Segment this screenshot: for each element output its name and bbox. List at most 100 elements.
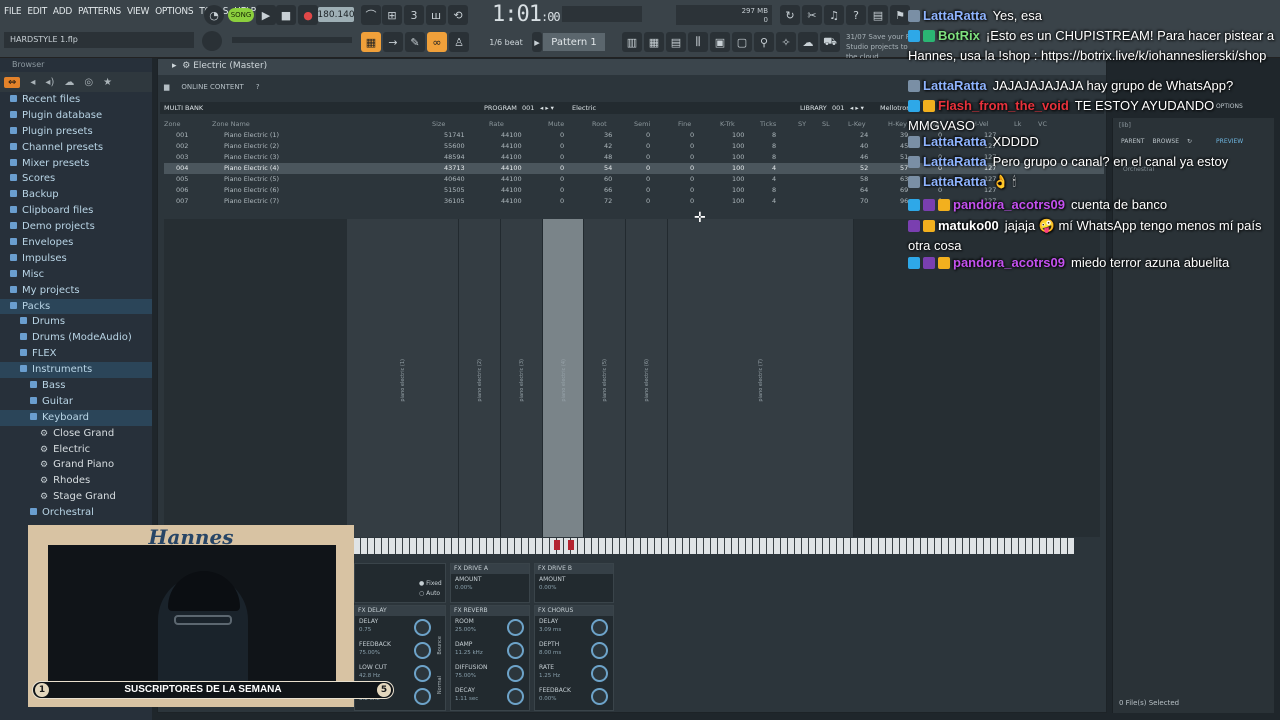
browser-item[interactable]: Guitar: [0, 394, 152, 410]
browser-all-icon[interactable]: ⇔: [4, 76, 21, 88]
browser-item[interactable]: My projects: [0, 283, 152, 299]
plugin-icon[interactable]: ⚲: [754, 32, 774, 52]
column-header[interactable]: Root: [592, 120, 607, 128]
column-header[interactable]: Fine: [678, 120, 691, 128]
fx-knob[interactable]: [414, 665, 431, 682]
menu-view[interactable]: VIEW: [127, 6, 149, 17]
piano-keyboard[interactable]: [354, 538, 1074, 554]
keymap-zone[interactable]: piano electric (7): [668, 219, 854, 537]
help-icon[interactable]: ?: [256, 83, 260, 91]
tempo-knob-icon[interactable]: ◔: [204, 5, 224, 25]
pattern-arrow-icon[interactable]: ▸: [532, 32, 542, 52]
browser-item[interactable]: Impulses: [0, 251, 152, 267]
pencil-icon[interactable]: ✎: [405, 32, 425, 52]
browser-item[interactable]: Mixer presets: [0, 156, 152, 172]
library-arrows-icon[interactable]: ◂ ▸ ▾: [850, 104, 864, 112]
auto-option[interactable]: ○ Auto: [419, 590, 440, 597]
cloud-icon[interactable]: ☁: [798, 32, 818, 52]
step-edit-icon[interactable]: ш: [426, 5, 446, 25]
browser-item[interactable]: Recent files: [0, 92, 152, 108]
column-header[interactable]: Rate: [489, 120, 504, 128]
fx-knob[interactable]: [591, 642, 608, 659]
browser-item[interactable]: Drums (ModeAudio): [0, 330, 152, 346]
fx-knob[interactable]: [414, 642, 431, 659]
program-arrows-icon[interactable]: ◂ ▸ ▾: [540, 104, 554, 112]
browser-item[interactable]: Instruments: [0, 362, 152, 379]
column-header[interactable]: SL: [822, 120, 830, 128]
undo-icon[interactable]: ↻: [780, 5, 800, 25]
stamp-icon[interactable]: ♙: [449, 32, 469, 52]
browser-item[interactable]: ⚙ Rhodes: [0, 473, 152, 489]
loop-record-icon[interactable]: ⟲: [448, 5, 468, 25]
bpm-display[interactable]: 180.140: [317, 7, 355, 22]
pattern-selector[interactable]: Pattern 1: [543, 33, 605, 51]
fx-knob[interactable]: [414, 688, 431, 705]
keymap-zone[interactable]: piano electric (2): [459, 219, 501, 537]
save-icon[interactable]: ▤: [868, 5, 888, 25]
delay-mode-side1[interactable]: Bounce: [437, 636, 443, 655]
column-header[interactable]: Semi: [634, 120, 650, 128]
folder-icon[interactable]: ▆: [164, 83, 169, 91]
menu-file[interactable]: FILE: [4, 6, 22, 17]
help-icon[interactable]: ?: [846, 5, 866, 25]
browser-db-icon[interactable]: ◎: [84, 77, 93, 88]
browser-star-icon[interactable]: ★: [103, 77, 112, 88]
browser-item[interactable]: FLEX: [0, 346, 152, 362]
column-header[interactable]: SY: [798, 120, 806, 128]
menu-edit[interactable]: EDIT: [27, 6, 47, 17]
fx-knob[interactable]: [507, 619, 524, 636]
browser-item[interactable]: Clipboard files: [0, 203, 152, 219]
keymap-zone[interactable]: piano electric (5): [584, 219, 626, 537]
metronome-icon[interactable]: ⌒: [361, 5, 381, 25]
browser-item[interactable]: ⚙ Stage Grand: [0, 489, 152, 505]
column-header[interactable]: K-Trk: [720, 120, 735, 128]
program-number[interactable]: 001: [522, 104, 534, 112]
browser-item[interactable]: Envelopes: [0, 235, 152, 251]
library-number[interactable]: 001: [832, 104, 844, 112]
browser-item[interactable]: Packs: [0, 298, 152, 315]
browser-item[interactable]: ⚙ Electric: [0, 442, 152, 458]
wand-icon[interactable]: ✧: [776, 32, 796, 52]
keymap-zone[interactable]: piano electric (6): [626, 219, 668, 537]
stop-icon[interactable]: ■: [276, 5, 296, 25]
keymap-zone[interactable]: piano electric (4): [543, 219, 584, 537]
fx-knob[interactable]: [507, 688, 524, 705]
piano-roll-icon[interactable]: ▤: [666, 32, 686, 52]
arrow-icon[interactable]: →: [383, 32, 403, 52]
channel-rack-icon[interactable]: ▦: [644, 32, 664, 52]
fx-knob[interactable]: [591, 688, 608, 705]
column-header[interactable]: Ticks: [760, 120, 776, 128]
playlist-icon[interactable]: ▦: [361, 32, 381, 52]
column-header[interactable]: Zone: [164, 120, 181, 128]
mixer-window-icon[interactable]: ⫼: [688, 32, 708, 52]
browser-speaker-icon[interactable]: ◂): [45, 77, 54, 88]
fx-knob[interactable]: [507, 665, 524, 682]
column-header[interactable]: L-Key: [848, 120, 866, 128]
play-icon[interactable]: ▶: [256, 5, 276, 25]
online-content-tab[interactable]: ONLINE CONTENT: [181, 83, 243, 91]
keymap-zone[interactable]: piano electric (1): [347, 219, 459, 537]
browser-item[interactable]: Plugin database: [0, 108, 152, 124]
browser-item[interactable]: ⚙ Grand Piano: [0, 457, 152, 473]
snap-selector[interactable]: 1/6 beat: [481, 33, 531, 51]
column-header[interactable]: Mute: [548, 120, 564, 128]
fx-knob[interactable]: [591, 619, 608, 636]
countdown-icon[interactable]: 3: [404, 5, 424, 25]
master-volume-knob[interactable]: [202, 31, 222, 51]
fx-knob[interactable]: [507, 642, 524, 659]
delay-mode-side2[interactable]: Normal: [437, 676, 443, 694]
mixer-icon[interactable]: ▥: [622, 32, 642, 52]
song-mode-button[interactable]: SONG: [228, 8, 254, 22]
browser-item[interactable]: ⚙ Close Grand: [0, 426, 152, 442]
record-icon[interactable]: ●: [298, 5, 318, 25]
file-icon[interactable]: ▢: [732, 32, 752, 52]
browser-item[interactable]: Channel presets: [0, 140, 152, 156]
wait-record-icon[interactable]: ⊞: [382, 5, 402, 25]
browser-item[interactable]: Backup: [0, 187, 152, 203]
browser-item[interactable]: Misc: [0, 267, 152, 283]
menu-patterns[interactable]: PATTERNS: [78, 6, 121, 17]
fx-knob[interactable]: [414, 619, 431, 636]
program-name[interactable]: Electric: [572, 104, 596, 112]
fx-knob[interactable]: [591, 665, 608, 682]
browser-item[interactable]: Bass: [0, 378, 152, 394]
